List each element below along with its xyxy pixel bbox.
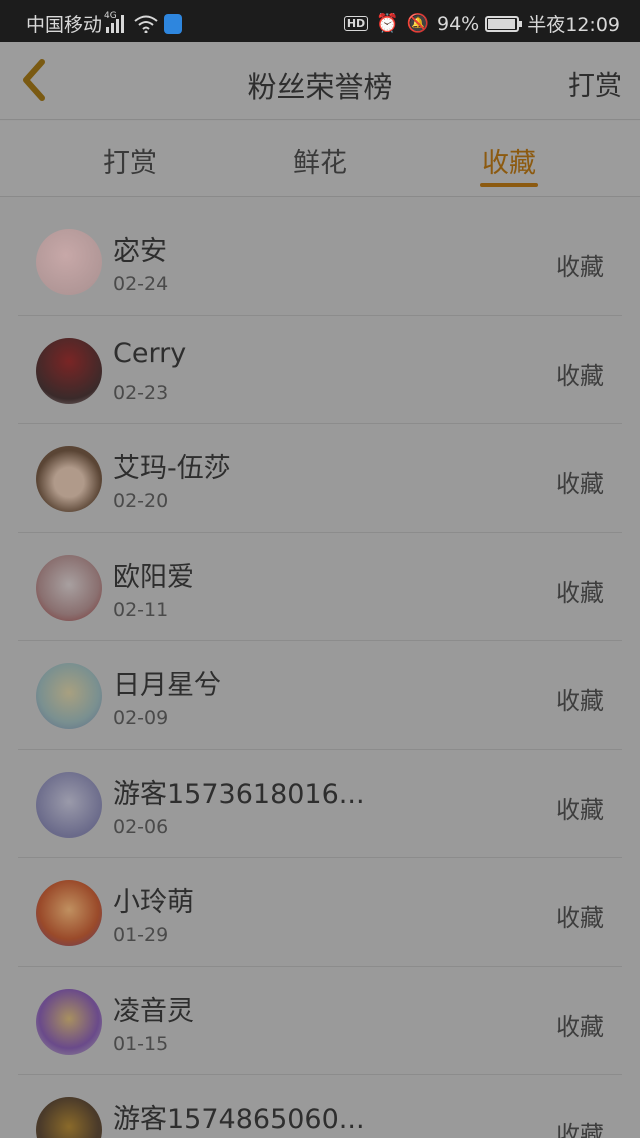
avatar	[36, 337, 102, 404]
shield-icon	[164, 13, 183, 34]
action-label: 收藏	[556, 470, 604, 498]
action-label: 收藏	[556, 578, 604, 607]
battery-percent: 94%	[437, 12, 480, 35]
battery-icon	[485, 15, 523, 32]
user-name: 艾玛-伍莎	[113, 453, 231, 484]
list-item[interactable]: Cerry 02-23 收藏	[18, 316, 622, 424]
clock: 半夜12:09	[527, 14, 620, 36]
date-label: 02-20	[113, 490, 169, 512]
action-label: 收藏	[556, 361, 604, 390]
list-item[interactable]: 游客1573618016... 02-06 收藏	[18, 750, 622, 858]
date-label: 02-09	[113, 707, 169, 729]
user-name: 小玲萌	[113, 887, 194, 918]
list-item[interactable]: 日月星兮 02-09 收藏	[18, 641, 622, 750]
date-label: 02-11	[113, 598, 169, 621]
avatar	[36, 446, 102, 512]
avatar	[36, 229, 102, 295]
nav-bar: 粉丝荣誉榜 打赏	[0, 42, 640, 120]
action-label: 收藏	[556, 1121, 604, 1138]
avatar	[36, 988, 102, 1055]
date-label: 01-15	[113, 1032, 169, 1055]
list-item[interactable]: 宓安 02-24 收藏	[18, 207, 622, 316]
list-item[interactable]: 凌音灵 01-15 收藏	[18, 967, 622, 1075]
list-item[interactable]: 欧阳爱 02-11 收藏	[18, 533, 622, 641]
page-title: 粉丝荣誉榜	[247, 70, 393, 104]
signal-icon: 4G	[104, 11, 126, 33]
tab-reward[interactable]: 打赏	[70, 141, 190, 180]
status-right: HD ⏰ 🔕 94% 半夜12:09	[343, 10, 620, 37]
list-item[interactable]: 艾玛-伍莎 02-20 收藏	[18, 424, 622, 533]
avatar	[36, 663, 102, 729]
user-name: 欧阳爱	[113, 561, 194, 593]
user-name: 宓安	[113, 236, 167, 267]
reward-button[interactable]: 打赏	[568, 64, 622, 103]
list-item[interactable]: 小玲萌 01-29 收藏	[18, 858, 622, 967]
tab-bar: 打赏 鲜花 收藏	[0, 121, 640, 197]
mute-icon: 🔕	[406, 13, 429, 34]
action-label: 收藏	[556, 1012, 604, 1041]
avatar	[36, 1097, 102, 1138]
user-name: 游客1574865060...	[113, 1104, 365, 1135]
status-left: 中国移动 4G	[26, 10, 183, 37]
tab-favorites[interactable]: 收藏	[449, 141, 569, 180]
action-label: 收藏	[556, 253, 604, 281]
date-label: 02-24	[113, 273, 169, 295]
avatar	[36, 880, 102, 946]
active-tab-indicator	[480, 183, 538, 187]
user-name: 游客1573618016...	[113, 778, 365, 810]
user-name: 凌音灵	[113, 995, 194, 1027]
date-label: 02-23	[113, 381, 169, 404]
fan-list: 宓安 02-24 收藏 Cerry 02-23 收藏 艾玛-伍莎 02-20 收…	[0, 207, 640, 1138]
alarm-icon: ⏰	[376, 13, 399, 34]
action-label: 收藏	[556, 687, 604, 715]
avatar	[36, 554, 102, 621]
tab-flowers[interactable]: 鲜花	[260, 141, 380, 180]
date-label: 01-29	[113, 924, 169, 946]
avatar	[36, 771, 102, 838]
action-label: 收藏	[556, 904, 604, 932]
wifi-icon	[134, 15, 158, 33]
date-label: 02-06	[113, 815, 169, 838]
hd-badge: HD	[343, 16, 369, 31]
user-name: 日月星兮	[113, 670, 221, 701]
action-label: 收藏	[556, 795, 604, 824]
carrier-label: 中国移动	[26, 14, 103, 36]
status-bar: 中国移动 4G HD ⏰ 🔕 94% 半夜12:09	[0, 0, 640, 42]
user-name: Cerry	[113, 337, 187, 369]
network-label: 4G	[104, 10, 117, 21]
list-item[interactable]: 游客1574865060... 收藏	[18, 1075, 622, 1138]
